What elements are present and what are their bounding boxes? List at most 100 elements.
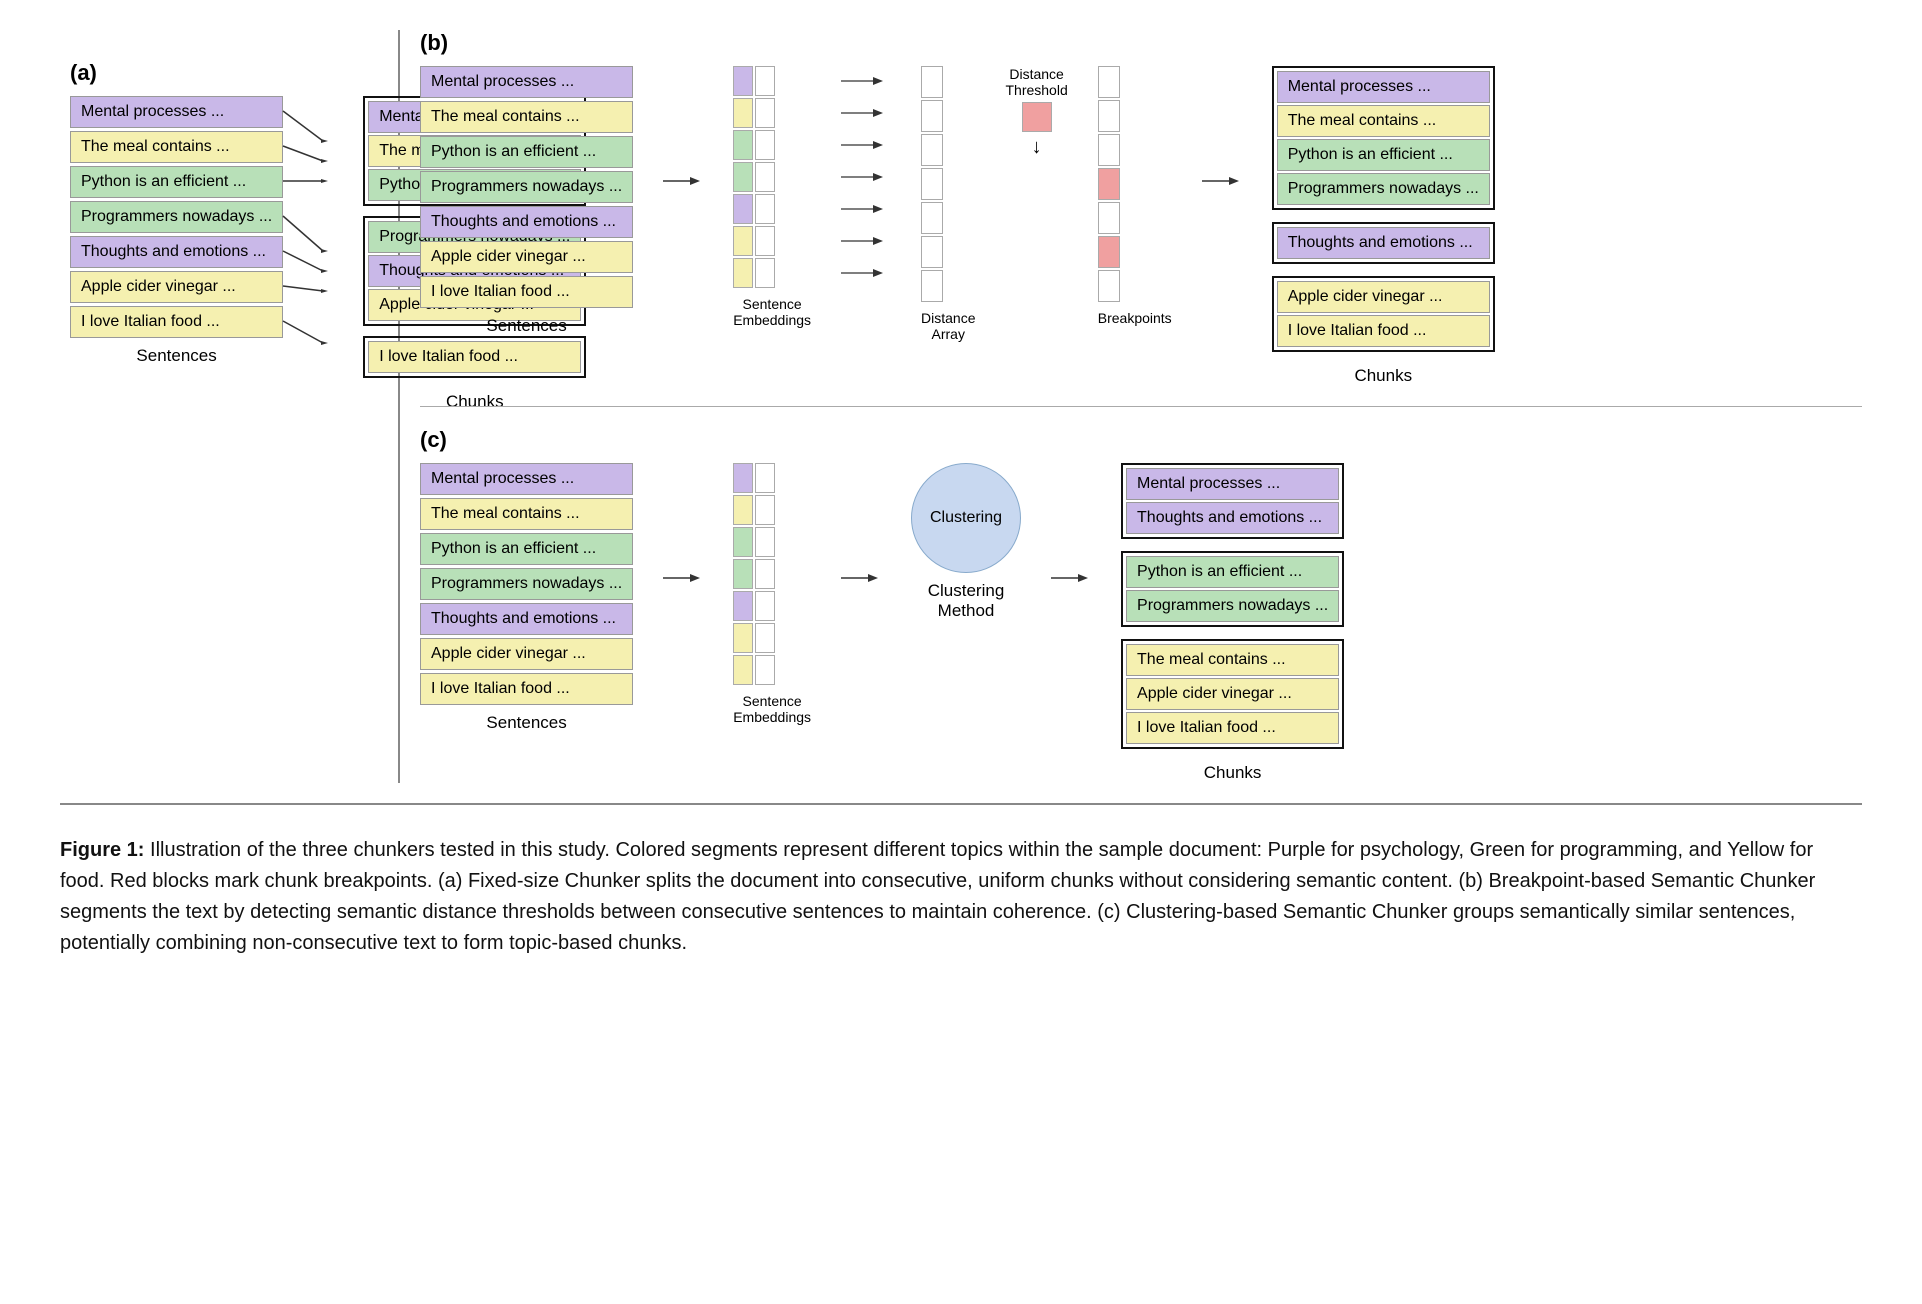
panel-b-chunks: Mental processes ... The meal contains .… — [1272, 66, 1495, 358]
panel-c-sentences: Mental processes ... The meal contains .… — [420, 463, 633, 705]
threshold-title: DistanceThreshold — [1005, 66, 1067, 98]
arrow-c3 — [1051, 463, 1091, 693]
panel-c-chunks-wrapper: Mental processes ... Thoughts and emotio… — [1121, 463, 1344, 783]
list-item: Thoughts and emotions ... — [70, 236, 283, 268]
chunks-label-b: Chunks — [1272, 366, 1495, 386]
arrow-b2 — [841, 66, 891, 296]
panel-c-embeddings — [733, 463, 811, 685]
sentences-label-c: Sentences — [420, 713, 633, 733]
list-item: Apple cider vinegar ... — [420, 638, 633, 670]
panel-c: (c) Mental processes ... The meal contai… — [420, 417, 1862, 783]
list-item: Thoughts and emotions ... — [1126, 502, 1339, 534]
panel-c-sentences-wrapper: Mental processes ... The meal contains .… — [420, 463, 633, 733]
list-item: Python is an efficient ... — [70, 166, 283, 198]
list-item: Apple cider vinegar ... — [420, 241, 633, 273]
sentences-label-a: Sentences — [70, 346, 283, 366]
panel-a: (a) Mental processes ... The meal contai… — [60, 30, 400, 783]
clustering-method-label: ClusteringMethod — [928, 581, 1005, 621]
embeddings-label-b: SentenceEmbeddings — [733, 296, 811, 328]
panel-b-sentences-wrapper: Mental processes ... The meal contains .… — [420, 66, 633, 336]
figure-caption: Figure 1: Illustration of the three chun… — [60, 835, 1862, 959]
chunk-group-c2: Python is an efficient ... Programmers n… — [1121, 551, 1344, 627]
arrow-b1 — [663, 66, 703, 296]
diagram-area: (a) Mental processes ... The meal contai… — [60, 30, 1862, 805]
list-item: I love Italian food ... — [420, 673, 633, 705]
caption-bold: Figure 1: — [60, 839, 144, 861]
list-item: Thoughts and emotions ... — [420, 206, 633, 238]
breakpoints-label-b: Breakpoints — [1098, 310, 1172, 326]
panel-b-distance-wrapper: DistanceArray — [921, 66, 975, 342]
clustering-label: Clustering — [930, 509, 1002, 527]
list-item: I love Italian food ... — [1277, 315, 1490, 347]
arrow-c1 — [663, 463, 703, 693]
list-item: The meal contains ... — [1277, 105, 1490, 137]
list-item: I love Italian food ... — [1126, 712, 1339, 744]
chunk-group-c3: The meal contains ... Apple cider vinega… — [1121, 639, 1344, 749]
panel-b-sentences: Mental processes ... The meal contains .… — [420, 66, 633, 308]
arrow-b3 — [1202, 66, 1242, 296]
threshold-section: DistanceThreshold ↓ — [1005, 66, 1067, 159]
panel-b-distance — [921, 66, 975, 302]
list-item: Mental processes ... — [420, 463, 633, 495]
list-item: The meal contains ... — [1126, 644, 1339, 676]
list-item: I love Italian food ... — [420, 276, 633, 308]
panel-c-label: (c) — [420, 427, 1862, 453]
list-item: Programmers nowadays ... — [420, 568, 633, 600]
chunk-group-c1: Mental processes ... Thoughts and emotio… — [1121, 463, 1344, 539]
distance-label-b: DistanceArray — [921, 310, 975, 342]
list-item: Thoughts and emotions ... — [1277, 227, 1490, 259]
clustering-circle: Clustering — [911, 463, 1021, 573]
list-item: Python is an efficient ... — [1277, 139, 1490, 171]
sentences-label-b: Sentences — [420, 316, 633, 336]
list-item: Python is an efficient ... — [1126, 556, 1339, 588]
panels-bc: (b) Mental processes ... The meal contai… — [400, 30, 1862, 783]
chunks-label-c: Chunks — [1121, 763, 1344, 783]
list-item: Mental processes ... — [1126, 468, 1339, 500]
list-item: Programmers nowadays ... — [70, 201, 283, 233]
panel-b-embeddings — [733, 66, 811, 288]
list-item: Mental processes ... — [70, 96, 283, 128]
arrow-down-b: ↓ — [1032, 136, 1042, 159]
list-item: Python is an efficient ... — [420, 533, 633, 565]
panel-b: (b) Mental processes ... The meal contai… — [420, 30, 1862, 407]
arrow-right-c2-svg — [841, 568, 881, 588]
panel-b-label: (b) — [420, 30, 1862, 56]
arrow-multi-b — [841, 66, 891, 296]
panel-a-arrows — [283, 96, 363, 376]
chunk-group-b3: Apple cider vinegar ... I love Italian f… — [1272, 276, 1495, 352]
chunk-group-b1: Mental processes ... The meal contains .… — [1272, 66, 1495, 210]
arrow-c2 — [841, 463, 881, 693]
arrow-right-b1-svg — [663, 171, 703, 191]
list-item: Mental processes ... — [1277, 71, 1490, 103]
list-item: The meal contains ... — [420, 101, 633, 133]
list-item: Programmers nowadays ... — [1126, 590, 1339, 622]
list-item: Programmers nowadays ... — [1277, 173, 1490, 205]
panel-b-breakpoints-wrapper: Breakpoints — [1098, 66, 1172, 326]
arrow-right-c1-svg — [663, 568, 703, 588]
arrow-right-b3-svg — [1202, 171, 1242, 191]
list-item: Python is an efficient ... — [420, 136, 633, 168]
panel-c-chunks: Mental processes ... Thoughts and emotio… — [1121, 463, 1344, 755]
panel-a-sentences-col: Mental processes ... The meal contains .… — [70, 96, 283, 366]
threshold-box — [1022, 102, 1052, 132]
panel-a-sentences-list: Mental processes ... The meal contains .… — [70, 96, 283, 338]
list-item: The meal contains ... — [420, 498, 633, 530]
list-item: Mental processes ... — [420, 66, 633, 98]
list-item: Programmers nowadays ... — [420, 171, 633, 203]
panel-b-embeddings-wrapper: SentenceEmbeddings — [733, 66, 811, 328]
main-container: (a) Mental processes ... The meal contai… — [60, 30, 1862, 959]
list-item: Apple cider vinegar ... — [1126, 678, 1339, 710]
panel-b-breakpoints — [1098, 66, 1172, 302]
panel-b-chunks-wrapper: Mental processes ... The meal contains .… — [1272, 66, 1495, 386]
chunk-group-b2: Thoughts and emotions ... — [1272, 222, 1495, 264]
list-item: The meal contains ... — [70, 131, 283, 163]
list-item: Apple cider vinegar ... — [70, 271, 283, 303]
list-item: Thoughts and emotions ... — [420, 603, 633, 635]
panel-c-embeddings-wrapper: SentenceEmbeddings — [733, 463, 811, 725]
arrow-right-c3-svg — [1051, 568, 1091, 588]
caption-text: Illustration of the three chunkers teste… — [60, 839, 1815, 954]
clustering-wrapper: Clustering ClusteringMethod — [911, 463, 1021, 621]
embeddings-label-c: SentenceEmbeddings — [733, 693, 811, 725]
list-item: Apple cider vinegar ... — [1277, 281, 1490, 313]
list-item: I love Italian food ... — [70, 306, 283, 338]
